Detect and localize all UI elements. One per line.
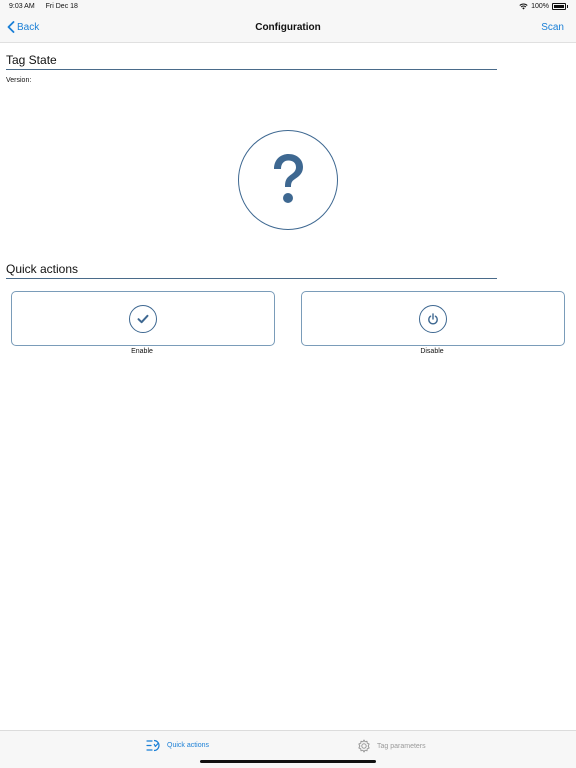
enable-label: Enable (131, 348, 153, 355)
battery-icon (552, 3, 568, 10)
status-right: 100% (519, 3, 568, 10)
quick-actions-divider (6, 278, 497, 279)
tag-state-title: Tag State (6, 53, 57, 67)
disable-button[interactable] (301, 291, 565, 346)
version-label: Version: (6, 77, 32, 84)
power-icon (428, 312, 438, 324)
question-mark-icon (274, 154, 303, 203)
tag-state-indicator (238, 130, 338, 230)
enable-icon-circle (129, 304, 157, 333)
disable-label: Disable (420, 348, 444, 355)
tab-tag-parameters-label: Tag parameters (377, 742, 426, 750)
check-icon (137, 314, 149, 323)
status-time: 9:03 AM (9, 3, 35, 10)
enable-button[interactable] (11, 291, 275, 346)
wifi-icon (519, 3, 528, 10)
tab-bar: Quick actions Tag parameters (0, 730, 576, 768)
quick-actions-icon (146, 739, 160, 752)
tab-quick-actions[interactable]: Quick actions (146, 739, 209, 752)
status-left: 9:03 AM Fri Dec 18 (9, 3, 87, 10)
disable-icon-circle (419, 304, 447, 333)
tag-state-divider (6, 69, 497, 70)
home-indicator[interactable] (200, 760, 376, 763)
battery-percent: 100% (531, 3, 549, 10)
scan-button[interactable]: Scan (541, 22, 564, 33)
tab-quick-actions-label: Quick actions (167, 742, 210, 749)
page-title: Configuration (255, 22, 321, 33)
quick-actions-title: Quick actions (6, 262, 79, 276)
navigation-bar: Back Configuration Scan (0, 14, 576, 43)
tab-tag-parameters[interactable]: Tag parameters (357, 739, 426, 753)
status-bar: 9:03 AM Fri Dec 18 100% (0, 0, 576, 14)
gear-icon (358, 739, 370, 753)
status-date: Fri Dec 18 (45, 3, 78, 10)
